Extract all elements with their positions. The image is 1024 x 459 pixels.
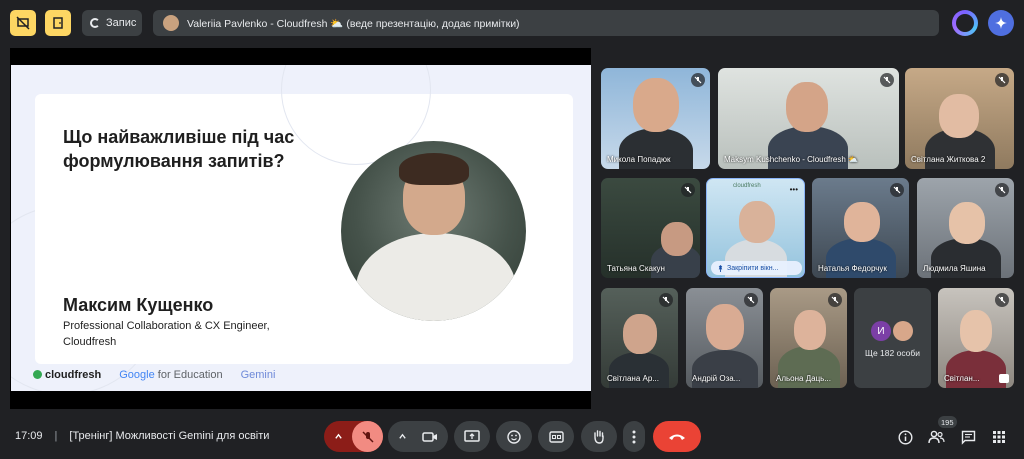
participant-name: Андрій Оза... [692,374,741,383]
pinned-tile-logo: cloudfresh [733,183,761,189]
participant-name: Альона Даць... [776,374,831,383]
end-call-icon [669,434,685,440]
participant-tile[interactable]: Микола Попадюк [601,68,710,169]
participant-tile[interactable]: Maksym Kushchenko - Cloudfresh ⛅ [718,68,899,169]
meeting-info: 17:09 | [Тренінг] Можливості Gemini для … [15,430,270,442]
captions-icon [548,430,564,443]
clock: 17:09 [15,430,43,442]
gemini-logo: Gemini [240,369,276,381]
participant-tile-pinned[interactable]: cloudfresh ••• Закріпити вікн... [706,178,805,278]
for-education-word: for Education [154,369,223,381]
more-options-button[interactable] [623,421,645,452]
mic-off-icon [890,183,904,197]
chevron-up-icon[interactable] [334,432,343,441]
speaker-role-line: Cloudfresh [63,336,117,348]
camera-control[interactable] [388,421,448,452]
participant-tile[interactable]: Людмила Яшина [917,178,1014,278]
mic-off-icon [659,293,673,307]
apps-icon[interactable] [990,428,1008,446]
emoji-button[interactable] [496,421,532,452]
record-button[interactable]: Запис [82,10,142,36]
more-vert-icon [632,430,636,443]
mic-off-icon [691,73,705,87]
mic-off-icon [995,73,1009,87]
participant-tile[interactable]: Татьяна Скакун [601,178,700,278]
slide: Що найважливіше під час формулювання зап… [11,65,591,391]
mic-off-button[interactable] [352,421,383,452]
people-icon[interactable] [927,428,945,446]
mic-off-icon [995,293,1009,307]
chat-icon[interactable] [959,428,977,446]
participant-name: Людмила Яшина [923,264,986,273]
emoji-icon [507,429,521,444]
participant-name: Світлана Житкова 2 [911,155,986,164]
copilot-icon[interactable] [952,10,978,36]
present-button[interactable] [454,421,490,452]
google-for-education-logo: Google for Education [119,369,222,381]
participant-name: Татьяна Скакун [607,264,665,273]
more-participants-tile[interactable]: И Ще 182 особи [854,288,931,388]
mic-off-icon [361,430,374,443]
presenter-banner: Valeriia Pavlenko - Cloudfresh ⛅ (веде п… [153,10,939,36]
gemini-icon[interactable] [988,10,1014,36]
presenter-text: Valeriia Pavlenko - Cloudfresh ⛅ (веде п… [187,17,520,30]
bottom-bar: 17:09 | [Тренінг] Можливості Gemini для … [0,416,1024,459]
mic-off-icon [744,293,758,307]
presentation-stage[interactable]: Що найважливіше під час формулювання зап… [10,48,591,409]
top-bar: Запис Valeriia Pavlenko - Cloudfresh ⛅ (… [0,0,1024,46]
record-spinner-icon [90,18,100,28]
mic-off-icon [681,183,695,197]
avatar: И [871,321,891,341]
cloudfresh-logo: cloudfresh [33,369,101,381]
participant-tile[interactable]: Андрій Оза... [686,288,763,388]
meeting-title: [Тренінг] Можливості Gemini для освіти [69,430,270,442]
participant-name: Світлан... [944,374,980,383]
end-call-button[interactable] [653,421,701,452]
participants-count-badge: 195 [938,416,957,428]
participant-name: Наталья Федорчук [818,264,887,273]
google-word: Google [119,369,155,381]
mic-off-icon [995,183,1009,197]
captions-button[interactable] [538,421,574,452]
participant-tile[interactable]: Світлан... [938,288,1014,388]
speaker-photo [341,141,526,321]
mic-off-icon [828,293,842,307]
avatar [163,15,179,31]
pin-window-button[interactable]: Закріпити вікн... [711,261,802,275]
more-vert-icon[interactable]: ••• [790,185,798,194]
pin-icon [718,264,723,272]
speaker-name: Максим Кущенко [63,295,214,315]
self-view-icon[interactable] [999,374,1009,383]
participant-tile[interactable]: Наталья Федорчук [812,178,909,278]
present-icon [464,430,480,442]
mic-off-icon [880,73,894,87]
speaker-role: Professional Collaboration & CX Engineer… [63,318,303,350]
slide-title: Що найважливіше під час формулювання зап… [63,127,295,171]
record-label: Запис [106,17,137,29]
avatar [893,321,913,341]
pin-window-label: Закріпити вікн... [727,264,779,272]
participant-tile[interactable]: Світлана Ар... [601,288,678,388]
raise-hand-button[interactable] [581,421,617,452]
info-icon[interactable] [896,428,914,446]
participant-name: Maksym Kushchenko - Cloudfresh ⛅ [724,155,859,164]
hand-icon [594,430,604,444]
participant-name: Світлана Ар... [607,374,659,383]
slide-footer: cloudfresh Google for Education Gemini [33,367,275,383]
participant-tile[interactable]: Світлана Житкова 2 [905,68,1014,169]
present-off-icon[interactable] [10,10,36,36]
camera-icon [422,431,437,442]
participant-name: Микола Попадюк [607,155,671,164]
participant-tile[interactable]: Альона Даць... [770,288,847,388]
door-icon[interactable] [45,10,71,36]
more-participants-label: Ще 182 особи [864,348,921,358]
chevron-up-icon[interactable] [398,432,407,441]
speaker-role-line: Professional Collaboration & CX Engineer… [63,320,270,332]
